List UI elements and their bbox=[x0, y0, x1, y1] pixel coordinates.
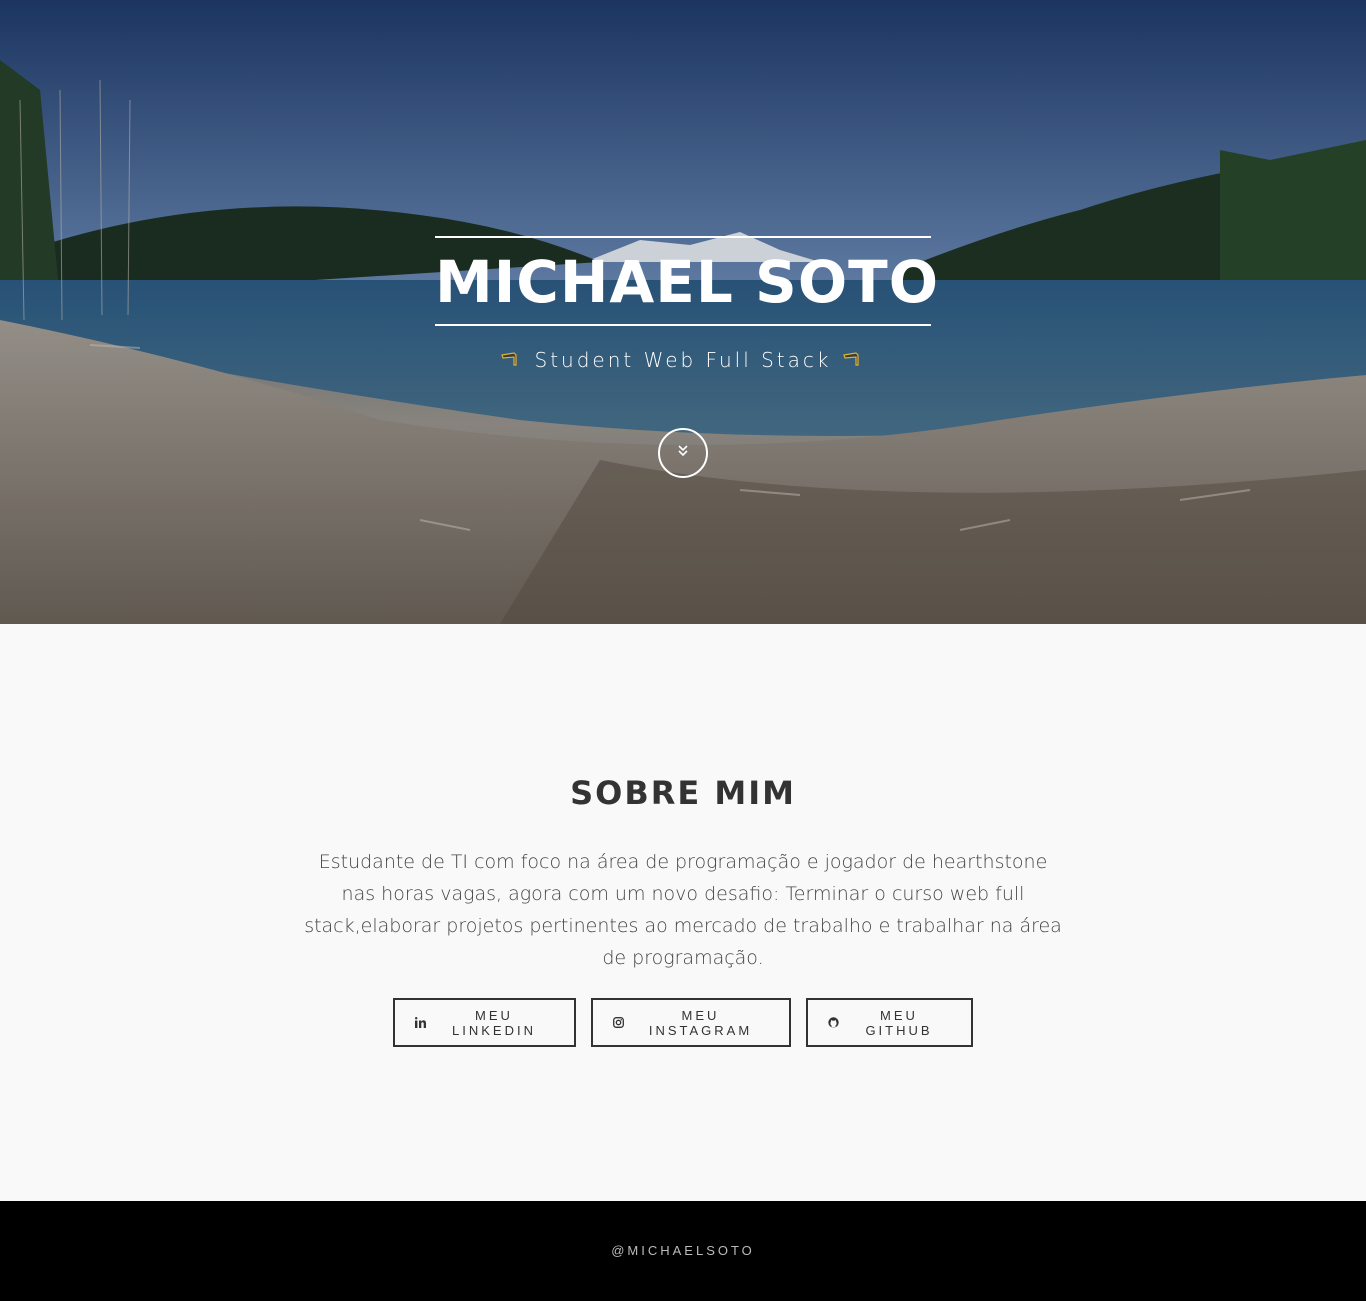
about-heading: SOBRE MIM bbox=[570, 774, 796, 812]
pointing-hand-right-icon bbox=[500, 350, 523, 370]
github-icon bbox=[828, 1017, 839, 1028]
social-buttons: MEU LINKEDIN MEU INSTAGRAM MEU GITHUB bbox=[0, 998, 1366, 1047]
github-button-label: MEU GITHUB bbox=[865, 1007, 933, 1038]
title-frame: MICHAEL SOTO bbox=[435, 236, 940, 326]
double-chevron-down-icon bbox=[677, 444, 689, 463]
instagram-button-label: MEU INSTAGRAM bbox=[648, 1007, 753, 1038]
subtitle-row: Student Web Full Stack bbox=[0, 348, 1366, 372]
hero-section: MICHAEL SOTO Student Web Full Stack bbox=[0, 0, 1366, 624]
instagram-button[interactable]: MEU INSTAGRAM bbox=[591, 998, 791, 1047]
about-text: Estudante de TI com foco na área de prog… bbox=[304, 851, 1062, 969]
linkedin-button-label: MEU LINKEDIN bbox=[452, 1007, 536, 1038]
github-button[interactable]: MEU GITHUB bbox=[806, 998, 973, 1047]
scroll-down-button[interactable] bbox=[658, 428, 708, 478]
instagram-icon bbox=[613, 1017, 624, 1028]
subtitle: Student Web Full Stack bbox=[534, 348, 832, 372]
linkedin-button[interactable]: MEU LINKEDIN bbox=[393, 998, 576, 1047]
about-section: SOBRE MIM Estudante de TI com foco na ár… bbox=[0, 624, 1366, 1201]
footer: @MICHAELSOTO bbox=[0, 1201, 1366, 1301]
linkedin-icon bbox=[415, 1017, 426, 1028]
footer-handle: @MICHAELSOTO bbox=[611, 1243, 755, 1258]
pointing-hand-left-icon bbox=[843, 350, 865, 370]
hero-content: MICHAEL SOTO Student Web Full Stack bbox=[0, 236, 1366, 372]
page-title: MICHAEL SOTO bbox=[435, 248, 940, 316]
